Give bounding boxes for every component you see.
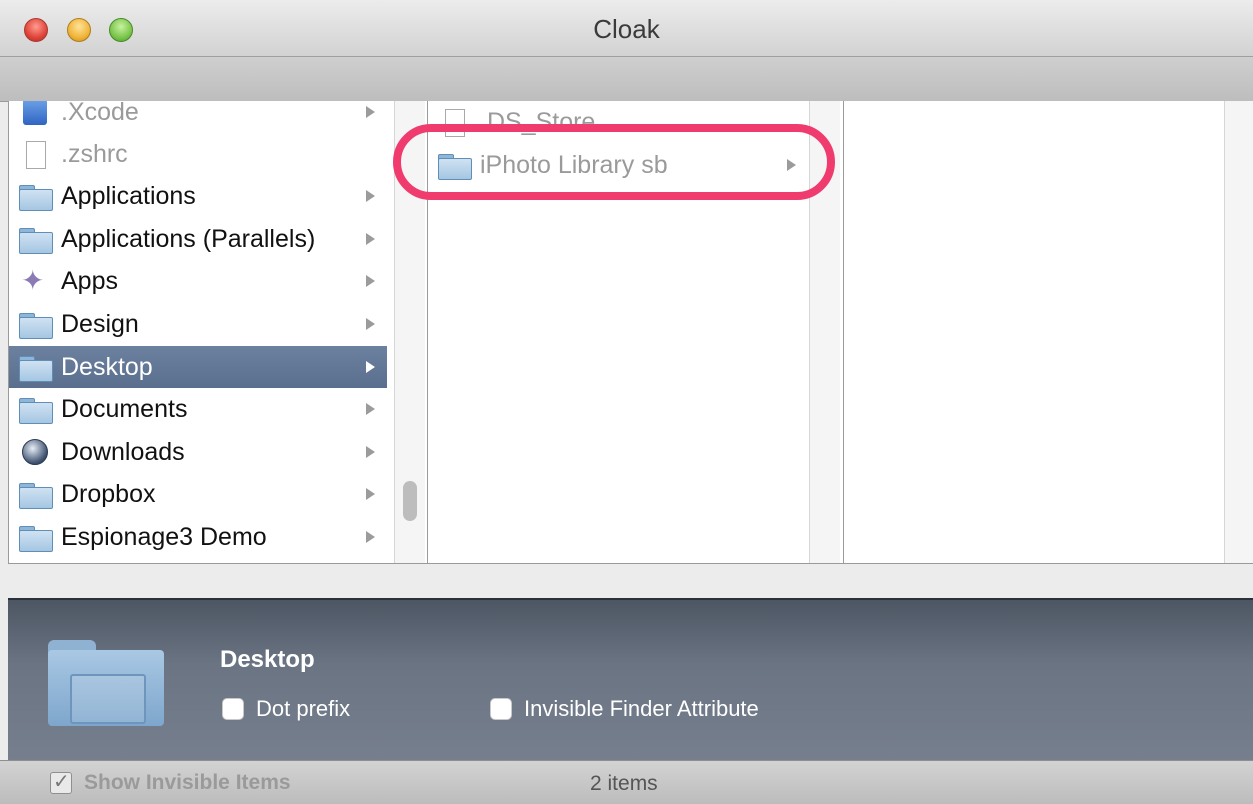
- disclosure-arrow-icon: [366, 190, 375, 202]
- list-item-zshrc[interactable]: .zshrc: [9, 133, 387, 175]
- parallels-folder-icon: [19, 226, 53, 254]
- toolbar: [0, 57, 1253, 102]
- disclosure-arrow-icon: [366, 361, 375, 373]
- list-item-xcode[interactable]: .Xcode: [9, 101, 387, 133]
- list-item-documents[interactable]: Documents: [9, 388, 387, 430]
- list-item-espionage3-demo[interactable]: Espionage3 Demo: [9, 516, 387, 558]
- column-3: [843, 101, 1253, 563]
- item-label: Documents: [61, 394, 188, 423]
- applications-folder-icon: [19, 183, 53, 211]
- documents-folder-icon: [19, 396, 53, 424]
- list-item-design[interactable]: Design: [9, 303, 387, 345]
- disclosure-arrow-icon: [366, 233, 375, 245]
- list-item-downloads[interactable]: Downloads: [9, 431, 387, 473]
- dropbox-folder-icon: [19, 481, 53, 509]
- column-3-scrollbar[interactable]: [1224, 101, 1253, 563]
- checkbox-icon: [222, 698, 244, 720]
- large-folder-icon: [48, 640, 164, 726]
- folder-icon: [19, 524, 53, 552]
- desktop-folder-icon: [19, 354, 53, 382]
- disclosure-arrow-icon: [366, 531, 375, 543]
- show-invisible-label: Show Invisible Items: [84, 771, 291, 794]
- folder-icon: [19, 311, 53, 339]
- dot-prefix-label: Dot prefix: [256, 696, 351, 721]
- scroll-thumb[interactable]: [403, 481, 417, 521]
- disclosure-arrow-icon: [366, 275, 375, 287]
- item-label: .Xcode: [61, 101, 139, 126]
- title-bar: Cloak: [0, 0, 1253, 57]
- list-item-applications[interactable]: Applications: [9, 175, 387, 217]
- invisible-attribute-label: Invisible Finder Attribute: [524, 696, 759, 721]
- checkbox-icon: [490, 698, 512, 720]
- disclosure-arrow-icon: [366, 488, 375, 500]
- item-label: Applications: [61, 181, 196, 210]
- item-label: Dropbox: [61, 479, 156, 508]
- status-bar: Show Invisible Items 2 items: [0, 760, 1253, 804]
- file-icon: [19, 141, 53, 169]
- item-label: Apps: [61, 266, 118, 295]
- disclosure-arrow-icon: [366, 106, 375, 118]
- item-label: .zshrc: [61, 139, 128, 168]
- list-item-dropbox[interactable]: Dropbox: [9, 473, 387, 515]
- disclosure-arrow-icon: [366, 403, 375, 415]
- downloads-globe-icon: [19, 439, 53, 465]
- xcode-icon: [19, 101, 53, 125]
- column-1: .Xcode .zshrc Applications Applications …: [9, 101, 425, 563]
- disclosure-arrow-icon: [366, 446, 375, 458]
- item-label: Downloads: [61, 437, 185, 466]
- invisible-finder-attribute-checkbox[interactable]: Invisible Finder Attribute: [490, 696, 759, 722]
- item-label: Applications (Parallels): [61, 224, 316, 253]
- window-title: Cloak: [593, 14, 660, 44]
- dot-prefix-checkbox[interactable]: Dot prefix: [222, 696, 350, 722]
- items-count: 2 items: [590, 772, 658, 795]
- show-invisible-items-checkbox[interactable]: Show Invisible Items: [50, 769, 291, 795]
- item-label: Design: [61, 309, 139, 338]
- item-label: Espionage3 Demo: [61, 522, 267, 551]
- cloak-window: Cloak .Xcode .zshrc Applications Applica…: [0, 0, 1253, 804]
- item-label: Desktop: [61, 352, 153, 381]
- apps-icon: [19, 264, 53, 297]
- list-item-applications-parallels[interactable]: Applications (Parallels): [9, 218, 387, 260]
- highlight-annotation: [393, 124, 835, 200]
- list-item-desktop[interactable]: Desktop: [9, 346, 387, 388]
- disclosure-arrow-icon: [366, 318, 375, 330]
- list-item-apps[interactable]: Apps: [9, 260, 387, 302]
- info-panel: Desktop Dot prefix Invisible Finder Attr…: [8, 598, 1253, 762]
- checkmark-icon: [50, 769, 72, 794]
- selected-item-name: Desktop: [220, 646, 315, 673]
